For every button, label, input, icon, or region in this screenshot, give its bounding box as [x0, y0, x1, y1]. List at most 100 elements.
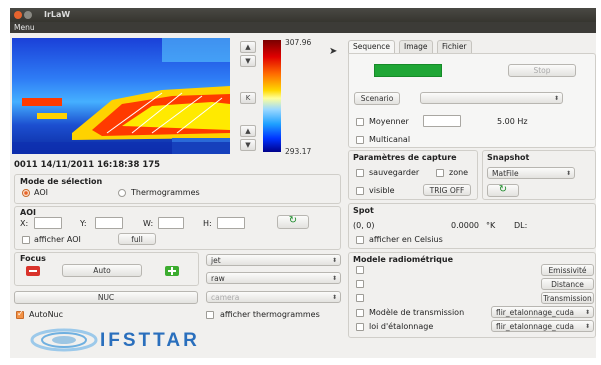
moyenner-input[interactable]: [423, 115, 461, 127]
aoi-refresh-button[interactable]: ↻: [277, 215, 309, 229]
radio-thermogrammes-label: Thermogrammes: [131, 188, 200, 197]
emissivity-checkbox[interactable]: [356, 266, 364, 274]
transmission-button[interactable]: Transmission: [541, 292, 594, 304]
close-window-icon[interactable]: [14, 11, 22, 19]
move-up-button[interactable]: ▲: [240, 41, 256, 53]
menu-bar: Menu: [10, 22, 596, 33]
colormap-select[interactable]: jet ⬍: [206, 254, 341, 266]
refresh-icon: ↻: [288, 215, 298, 226]
capture-title: Paramètres de capture: [353, 153, 457, 162]
visible-label: visible: [369, 186, 395, 195]
tab-image[interactable]: Image: [399, 40, 433, 53]
snapshot-format-select[interactable]: MatFile ⬍: [487, 167, 575, 179]
autonuc-checkbox[interactable]: [16, 309, 24, 319]
spot-title: Spot: [353, 206, 374, 215]
aoi-w-input[interactable]: [158, 217, 184, 229]
save-label: sauvegarder: [369, 168, 420, 177]
up-arrow-icon: ▲: [245, 43, 251, 51]
transmission-model-label: Modèle de transmission: [369, 308, 465, 317]
transmission-model-value: flir_etalonnage_cuda: [496, 308, 574, 317]
aoi-x-label: X:: [20, 219, 29, 228]
radio-aoi[interactable]: [22, 189, 30, 197]
calibration-law-select[interactable]: flir_etalonnage_cuda ⬍: [491, 320, 594, 332]
updown-icon: ⬍: [331, 257, 337, 264]
move-down-button[interactable]: ▼: [240, 55, 256, 67]
aoi-x-input[interactable]: [34, 217, 62, 229]
ifsttar-logo-text: IFSTTAR: [100, 330, 200, 351]
aoi-w-label: W:: [143, 219, 154, 228]
save-checkbox[interactable]: [356, 169, 364, 177]
emissivity-button[interactable]: Emissivité: [541, 264, 594, 276]
scenario-select[interactable]: ⬍: [420, 92, 563, 104]
color-scale-max: 307.96: [285, 38, 312, 47]
focus-plus-icon[interactable]: [165, 266, 179, 276]
transmission-checkbox[interactable]: [356, 294, 364, 302]
updown-icon: ⬍: [331, 294, 337, 301]
format-select[interactable]: raw ⬍: [206, 272, 341, 284]
down-arrow-icon: ▼: [245, 141, 251, 149]
autonuc-label: AutoNuc: [29, 310, 64, 319]
calibration-law-checkbox[interactable]: [356, 323, 364, 331]
distance-checkbox[interactable]: [356, 280, 364, 288]
spot-unit: °K: [486, 221, 496, 230]
transmission-model-select[interactable]: flir_etalonnage_cuda ⬍: [491, 306, 594, 318]
minimize-window-icon[interactable]: [24, 11, 32, 19]
range-down-button[interactable]: ▼: [240, 139, 256, 151]
thermal-image-graphic: [12, 38, 230, 154]
snapshot-button[interactable]: ↻: [487, 184, 519, 197]
spot-coords: (0, 0): [353, 221, 375, 230]
tab-sequence[interactable]: Sequence: [348, 40, 395, 53]
focus-title: Focus: [20, 254, 46, 263]
nuc-button[interactable]: NUC: [14, 291, 198, 304]
show-thermograms-label: afficher thermogrammes: [220, 310, 320, 319]
multicanal-checkbox[interactable]: [356, 136, 364, 144]
show-aoi-label: afficher AOI: [34, 235, 81, 244]
frequency-value: 5.00 Hz: [497, 117, 528, 126]
show-thermograms-checkbox[interactable]: [206, 311, 214, 319]
updown-icon: ⬍: [553, 95, 559, 102]
ifsttar-logo-icon: [30, 328, 98, 352]
source-select[interactable]: camera ⬍: [206, 291, 341, 303]
focus-auto-button[interactable]: Auto: [62, 264, 142, 277]
moyenner-checkbox[interactable]: [356, 118, 364, 126]
up-arrow-icon: ▲: [245, 127, 251, 135]
zone-label: zone: [449, 168, 469, 177]
aoi-title: AOI: [20, 208, 36, 217]
aoi-h-label: H:: [203, 219, 212, 228]
stop-button[interactable]: Stop: [508, 64, 576, 77]
focus-minus-icon[interactable]: [26, 266, 40, 276]
radio-thermogrammes[interactable]: [118, 189, 126, 197]
window-title: IrLaW: [44, 10, 71, 19]
calibration-law-value: flir_etalonnage_cuda: [496, 322, 574, 331]
source-value: camera: [211, 293, 240, 302]
spot-value: 0.0000: [451, 221, 479, 230]
updown-icon: ⬍: [565, 170, 571, 177]
down-arrow-icon: ▼: [245, 57, 251, 65]
snapshot-title: Snapshot: [487, 153, 530, 162]
show-aoi-checkbox[interactable]: [22, 236, 30, 244]
aoi-h-input[interactable]: [217, 217, 245, 229]
trig-off-button[interactable]: TRIG OFF: [423, 184, 471, 196]
aoi-y-input[interactable]: [95, 217, 123, 229]
tab-fichier[interactable]: Fichier: [437, 40, 472, 53]
transmission-model-checkbox[interactable]: [356, 309, 364, 317]
menu-item[interactable]: Menu: [14, 23, 35, 32]
full-button[interactable]: full: [118, 233, 156, 245]
distance-button[interactable]: Distance: [541, 278, 594, 290]
scenario-button[interactable]: Scenario: [354, 92, 400, 105]
radiometric-title: Modele radiométrique: [353, 255, 453, 264]
celsius-checkbox[interactable]: [356, 236, 364, 244]
visible-checkbox[interactable]: [356, 187, 364, 195]
thermal-image[interactable]: [12, 38, 230, 154]
calibration-law-label: loi d'étalonnage: [369, 322, 434, 331]
updown-icon: ⬍: [584, 309, 590, 316]
refresh-icon: ↻: [498, 184, 508, 195]
aoi-y-label: Y:: [80, 219, 87, 228]
zone-checkbox[interactable]: [436, 169, 444, 177]
kelvin-button[interactable]: K: [240, 92, 256, 104]
start-button[interactable]: [374, 64, 442, 77]
updown-icon: ⬍: [331, 275, 337, 282]
range-up-button[interactable]: ▲: [240, 125, 256, 137]
format-value: raw: [211, 274, 225, 283]
snapshot-format-value: MatFile: [492, 169, 519, 178]
